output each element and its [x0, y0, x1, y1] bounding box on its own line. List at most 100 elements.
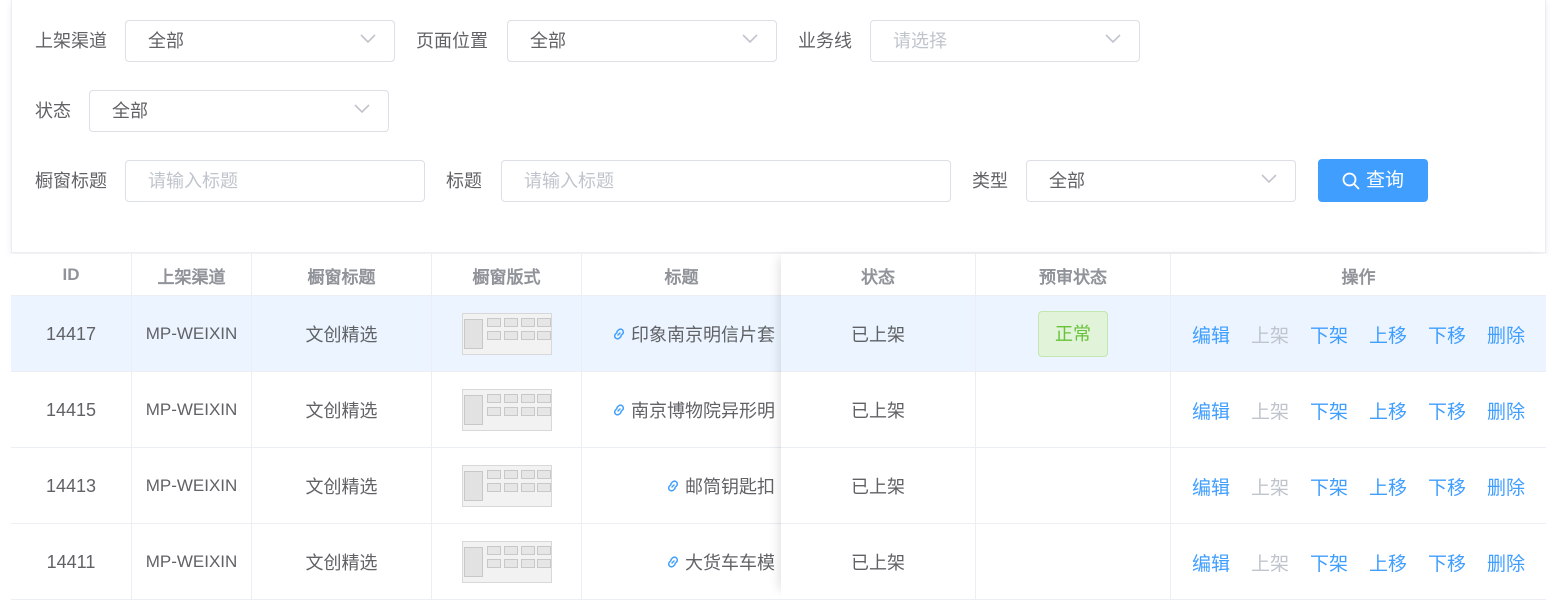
type-label: 类型: [972, 171, 1008, 191]
cell-id: 14417: [11, 296, 132, 372]
chevron-down-icon: [742, 34, 758, 44]
cell-window-title: 文创精选: [252, 448, 432, 524]
move-down-button[interactable]: 下移: [1428, 473, 1487, 500]
cell-title[interactable]: 大货车车模: [582, 524, 781, 600]
cell-title[interactable]: 南京博物院异形明: [582, 372, 781, 448]
move-up-button[interactable]: 上移: [1369, 549, 1428, 576]
edit-button[interactable]: 编辑: [1192, 321, 1251, 348]
window-title-placeholder: 请输入标题: [148, 171, 238, 191]
query-button[interactable]: 查询: [1318, 159, 1428, 202]
cell-review-status: [976, 448, 1171, 524]
status-label: 状态: [35, 101, 71, 121]
cell-title[interactable]: 邮筒钥匙扣: [582, 448, 781, 524]
move-up-button[interactable]: 上移: [1369, 473, 1428, 500]
delist-button[interactable]: 下架: [1310, 321, 1369, 348]
business-select[interactable]: 请选择: [870, 20, 1140, 62]
link-icon: [613, 328, 625, 340]
delist-button[interactable]: 下架: [1310, 473, 1369, 500]
chevron-down-icon: [1105, 34, 1121, 44]
status-select[interactable]: 全部: [89, 90, 389, 132]
window-title-label: 橱窗标题: [35, 171, 107, 191]
header-status: 状态: [781, 254, 976, 296]
cell-channel: MP-WEIXIN: [132, 448, 252, 524]
delete-button[interactable]: 删除: [1487, 321, 1546, 348]
cell-review-status: [976, 372, 1171, 448]
delete-button[interactable]: 删除: [1487, 397, 1546, 424]
move-down-button[interactable]: 下移: [1428, 397, 1487, 424]
position-select-value: 全部: [530, 31, 566, 51]
delete-button[interactable]: 删除: [1487, 473, 1546, 500]
list-button[interactable]: 上架: [1251, 397, 1310, 424]
query-button-label: 查询: [1365, 170, 1404, 191]
delete-button[interactable]: 删除: [1487, 549, 1546, 576]
channel-select-value: 全部: [148, 31, 184, 51]
list-button[interactable]: 上架: [1251, 473, 1310, 500]
cell-review-status: [976, 524, 1171, 600]
cell-channel: MP-WEIXIN: [132, 372, 252, 448]
layout-thumbnail-image[interactable]: [461, 541, 552, 583]
title-text: 大货车车模: [685, 553, 775, 573]
search-icon: [1342, 172, 1360, 189]
delist-button[interactable]: 下架: [1310, 549, 1369, 576]
cell-status: 已上架: [781, 372, 976, 448]
link-icon: [667, 556, 679, 568]
status-select-value: 全部: [112, 101, 148, 121]
chevron-down-icon: [360, 34, 376, 44]
title-text: 南京博物院异形明: [631, 401, 775, 421]
cell-id: 14415: [11, 372, 132, 448]
chevron-down-icon: [1261, 174, 1277, 184]
cell-status: 已上架: [781, 296, 976, 372]
move-down-button[interactable]: 下移: [1428, 549, 1487, 576]
title-placeholder: 请输入标题: [524, 171, 614, 191]
edit-button[interactable]: 编辑: [1192, 397, 1251, 424]
header-review-status: 预审状态: [976, 254, 1171, 296]
layout-thumbnail-image[interactable]: [461, 313, 552, 355]
status-badge: 正常: [1038, 311, 1108, 357]
link-icon: [613, 404, 625, 416]
table-row-fixed[interactable]: 已上架 正常 编辑 上架 下架 上移 下移 删除: [781, 296, 1546, 372]
type-select[interactable]: 全部: [1026, 160, 1296, 202]
link-icon: [667, 480, 679, 492]
table-row-fixed[interactable]: 已上架 编辑 上架 下架 上移 下移 删除: [781, 524, 1546, 600]
layout-thumbnail-image[interactable]: [461, 389, 552, 431]
header-window-layout: 橱窗版式: [432, 254, 582, 296]
cell-channel: MP-WEIXIN: [132, 524, 252, 600]
fixed-right-columns: 状态 预审状态 操作 已上架 正常 编辑 上架 下架 上移 下移 删除 已上架: [781, 254, 1546, 600]
cell-id: 14411: [11, 524, 132, 600]
move-up-button[interactable]: 上移: [1369, 397, 1428, 424]
cell-actions: 编辑 上架 下架 上移 下移 删除: [1171, 524, 1546, 600]
title-input[interactable]: 请输入标题: [501, 160, 951, 202]
list-button[interactable]: 上架: [1251, 321, 1310, 348]
cell-title[interactable]: 印象南京明信片套: [582, 296, 781, 372]
cell-actions: 编辑 上架 下架 上移 下移 删除: [1171, 448, 1546, 524]
title-text: 邮筒钥匙扣: [685, 477, 775, 497]
delist-button[interactable]: 下架: [1310, 397, 1369, 424]
header-title: 标题: [664, 267, 699, 287]
table-row-fixed[interactable]: 已上架 编辑 上架 下架 上移 下移 删除: [781, 372, 1546, 448]
channel-select[interactable]: 全部: [125, 20, 395, 62]
cell-actions: 编辑 上架 下架 上移 下移 删除: [1171, 296, 1546, 372]
position-label: 页面位置: [416, 31, 488, 51]
cell-layout-thumb[interactable]: [432, 448, 582, 524]
table-row-fixed[interactable]: 已上架 编辑 上架 下架 上移 下移 删除: [781, 448, 1546, 524]
header-channel: 上架渠道: [132, 254, 252, 296]
layout-thumbnail-image[interactable]: [461, 465, 552, 507]
header-actions: 操作: [1341, 267, 1376, 287]
cell-layout-thumb[interactable]: [432, 372, 582, 448]
window-title-input[interactable]: 请输入标题: [125, 160, 425, 202]
cell-layout-thumb[interactable]: [432, 296, 582, 372]
type-select-value: 全部: [1049, 171, 1085, 191]
position-select[interactable]: 全部: [507, 20, 777, 62]
chevron-down-icon: [354, 104, 370, 114]
data-table: ID 上架渠道 橱窗标题 橱窗版式 标题 14417 MP-WEIXIN 文创精…: [11, 254, 1546, 600]
cell-layout-thumb[interactable]: [432, 524, 582, 600]
edit-button[interactable]: 编辑: [1192, 473, 1251, 500]
move-down-button[interactable]: 下移: [1428, 321, 1487, 348]
move-up-button[interactable]: 上移: [1369, 321, 1428, 348]
edit-button[interactable]: 编辑: [1192, 549, 1251, 576]
header-window-title: 橱窗标题: [252, 254, 432, 296]
fixed-header: 状态 预审状态 操作: [781, 254, 1546, 296]
cell-review-status: 正常: [976, 296, 1171, 372]
business-label: 业务线: [798, 31, 852, 51]
list-button[interactable]: 上架: [1251, 549, 1310, 576]
